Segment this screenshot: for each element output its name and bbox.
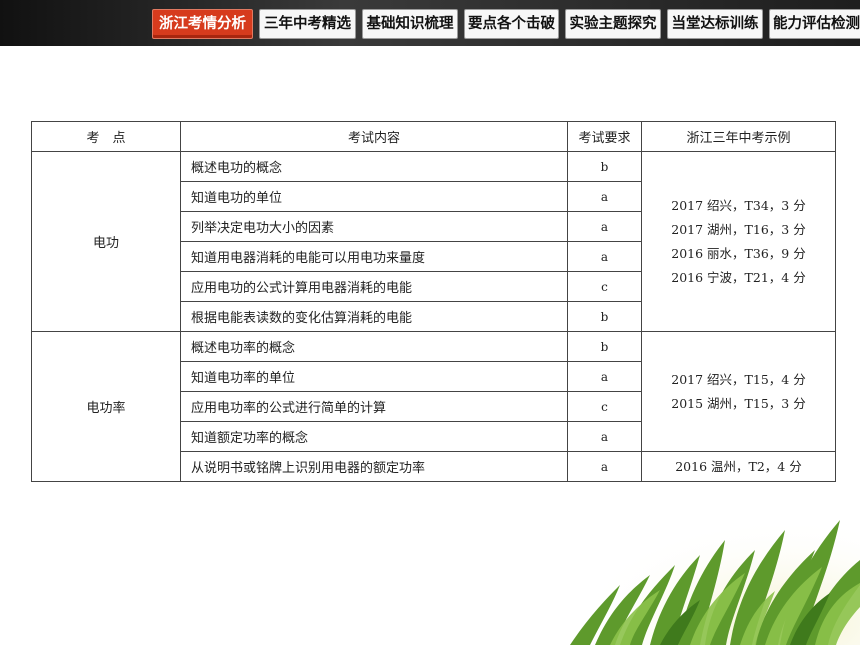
table-header-row: 考 点 考试内容 考试要求 浙江三年中考示例 (31, 121, 836, 152)
topic-cell: 电功 (31, 151, 181, 332)
tab-zhejiang-exam-analysis[interactable]: 浙江考情分析 (152, 9, 253, 39)
content-cell: 知道额定功率的概念 (180, 421, 568, 452)
example-line: 2016 宁波，T21，4 分 (671, 269, 806, 285)
requirement-cell: a (567, 421, 642, 452)
example-line: 2016 丽水，T36，9 分 (671, 245, 806, 261)
requirement-cell: a (567, 241, 642, 272)
tab-ability-assessment[interactable]: 能力评估检测 (769, 9, 860, 39)
grass-decoration-image (560, 495, 860, 645)
requirement-cell: a (567, 211, 642, 242)
top-navigation-bar: 浙江考情分析 三年中考精选 基础知识梳理 要点各个击破 实验主题探究 当堂达标训… (0, 0, 860, 46)
requirement-cell: a (567, 361, 642, 392)
header-content: 考试内容 (180, 121, 568, 152)
requirement-cell: a (567, 181, 642, 212)
exam-analysis-table-container: 考 点 考试内容 考试要求 浙江三年中考示例 电功 概述电功的概念 b 2017… (31, 121, 836, 482)
requirement-cell: a (567, 451, 642, 482)
example-line: 2017 绍兴，T15，4 分 (671, 371, 806, 387)
content-cell: 知道电功率的单位 (180, 361, 568, 392)
table-row: 电功 概述电功的概念 b 2017 绍兴，T34，3 分 2017 湖州，T16… (31, 151, 836, 332)
example-line: 2015 湖州，T15，3 分 (671, 395, 806, 411)
tab-classroom-training[interactable]: 当堂达标训练 (667, 9, 763, 39)
requirement-cell: b (567, 301, 642, 332)
tab-basic-knowledge[interactable]: 基础知识梳理 (362, 9, 458, 39)
content-cell: 概述电功率的概念 (180, 331, 568, 362)
examples-cell: 2017 绍兴，T15，4 分 2015 湖州，T15，3 分 (641, 331, 836, 452)
content-cell: 知道电功的单位 (180, 181, 568, 212)
requirement-cell: b (567, 331, 642, 362)
table-row: 电功率 概述电功率的概念 b 2017 绍兴，T15，4 分 2015 湖州，T… (31, 331, 836, 482)
content-cell: 知道用电器消耗的电能可以用电功来量度 (180, 241, 568, 272)
requirement-cell: c (567, 391, 642, 422)
examples-cell: 2016 温州，T2，4 分 (641, 451, 836, 482)
requirement-cell: c (567, 271, 642, 302)
header-examples: 浙江三年中考示例 (641, 121, 836, 152)
exam-analysis-table: 考 点 考试内容 考试要求 浙江三年中考示例 电功 概述电功的概念 b 2017… (31, 121, 836, 482)
content-cell: 概述电功的概念 (180, 151, 568, 182)
requirement-cell: b (567, 151, 642, 182)
tab-experiment-inquiry[interactable]: 实验主题探究 (565, 9, 661, 39)
tab-key-points[interactable]: 要点各个击破 (464, 9, 559, 39)
content-cell: 列举决定电功大小的因素 (180, 211, 568, 242)
example-line: 2017 湖州，T16，3 分 (671, 221, 806, 237)
topic-cell: 电功率 (31, 331, 181, 482)
example-line: 2017 绍兴，T34，3 分 (671, 197, 806, 213)
header-requirement: 考试要求 (567, 121, 642, 152)
content-cell: 应用电功的公式计算用电器消耗的电能 (180, 271, 568, 302)
tab-three-year-exam-selection[interactable]: 三年中考精选 (259, 9, 356, 39)
examples-cell: 2017 绍兴，T34，3 分 2017 湖州，T16，3 分 2016 丽水，… (641, 151, 836, 332)
content-cell: 根据电能表读数的变化估算消耗的电能 (180, 301, 568, 332)
content-cell: 应用电功率的公式进行简单的计算 (180, 391, 568, 422)
header-topic: 考 点 (31, 121, 181, 152)
content-cell: 从说明书或铭牌上识别用电器的额定功率 (180, 451, 568, 482)
